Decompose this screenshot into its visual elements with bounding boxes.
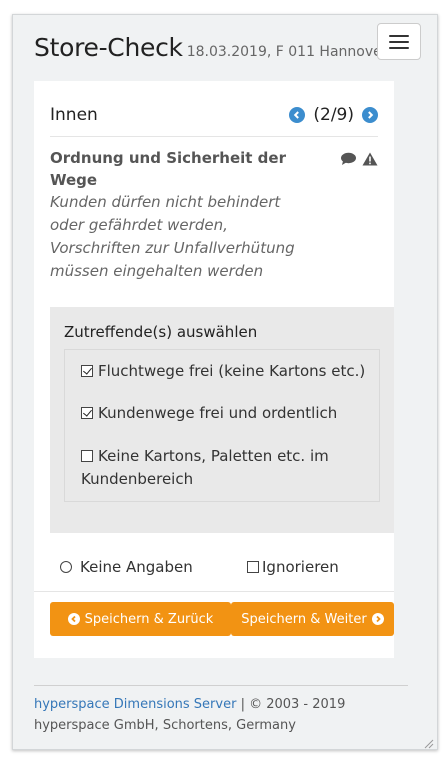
divider (34, 591, 394, 592)
save-next-label: Speichern & Weiter (241, 611, 367, 627)
option-fluchtwege[interactable]: Fluchtwege frei (keine Kartons etc.) (81, 360, 371, 383)
menu-icon-bar (389, 40, 409, 43)
chevron-left-circle-icon[interactable] (289, 107, 306, 123)
ignore-option[interactable]: Ignorieren (247, 558, 339, 576)
pager: (2/9) (289, 105, 378, 125)
option-keine-kartons[interactable]: Keine Kartons, Paletten etc. im Kundenbe… (81, 445, 371, 491)
question-card: Innen (2/9) Ordnung und Sicherheit der W… (34, 81, 394, 658)
checkbox-checked-icon[interactable] (81, 365, 93, 377)
menu-icon-bar (389, 34, 409, 37)
options-panel: Zutreffende(s) auswählen Fluchtwege frei… (50, 307, 394, 533)
question: Ordnung und Sicherheit der Wege Kunden d… (50, 147, 300, 283)
options-label: Zutreffende(s) auswählen (64, 323, 258, 341)
chevron-right-circle-icon[interactable] (362, 107, 378, 123)
warning-icon[interactable] (362, 151, 378, 170)
ignore-label: Ignorieren (262, 558, 339, 576)
option-label: Keine Kartons, Paletten etc. im Kundenbe… (81, 447, 329, 488)
footer: hyperspace Dimensions Server | © 2003 - … (34, 685, 408, 736)
no-answer-option[interactable]: Keine Angaben (60, 558, 193, 576)
option-label: Fluchtwege frei (keine Kartons etc.) (98, 362, 366, 380)
option-label: Kundenwege frei und ordentlich (98, 404, 338, 422)
question-title: Ordnung und Sicherheit der Wege (50, 149, 286, 189)
chevron-left-circle-icon (67, 613, 80, 625)
save-back-label: Speichern & Zurück (84, 611, 214, 627)
section-header: Innen (2/9) (50, 81, 378, 137)
extra-options: Keine Angaben Ignorieren (60, 558, 378, 582)
question-icons (340, 151, 378, 170)
app-window: Store-Check 18.03.2019, F 011 Hannover In… (12, 14, 438, 750)
resize-grip-icon[interactable] (422, 734, 434, 749)
comment-icon[interactable] (340, 151, 357, 170)
section-title: Innen (50, 105, 98, 125)
radio-icon[interactable] (60, 561, 72, 573)
chevron-right-circle-icon (371, 613, 384, 625)
checkbox-icon[interactable] (247, 561, 259, 573)
menu-icon-bar (389, 46, 409, 49)
checkbox-icon[interactable] (81, 450, 93, 462)
save-next-button[interactable]: Speichern & Weiter (231, 602, 394, 636)
question-description: Kunden dürfen nicht behindert oder gefäh… (50, 193, 295, 280)
menu-button[interactable] (377, 23, 421, 60)
no-answer-label: Keine Angaben (80, 558, 193, 576)
page-title-text: Store-Check (34, 33, 183, 62)
option-kundenwege[interactable]: Kundenwege frei und ordentlich (81, 402, 371, 425)
footer-link[interactable]: hyperspace Dimensions Server (34, 697, 236, 712)
save-back-button[interactable]: Speichern & Zurück (50, 602, 231, 636)
options-list: Fluchtwege frei (keine Kartons etc.) Kun… (64, 349, 380, 502)
page-subtitle: 18.03.2019, F 011 Hannover (186, 44, 388, 60)
header: Store-Check 18.03.2019, F 011 Hannover (13, 15, 437, 79)
page-title: Store-Check 18.03.2019, F 011 Hannover (34, 33, 388, 62)
checkbox-checked-icon[interactable] (81, 407, 93, 419)
pager-text: (2/9) (313, 105, 354, 125)
